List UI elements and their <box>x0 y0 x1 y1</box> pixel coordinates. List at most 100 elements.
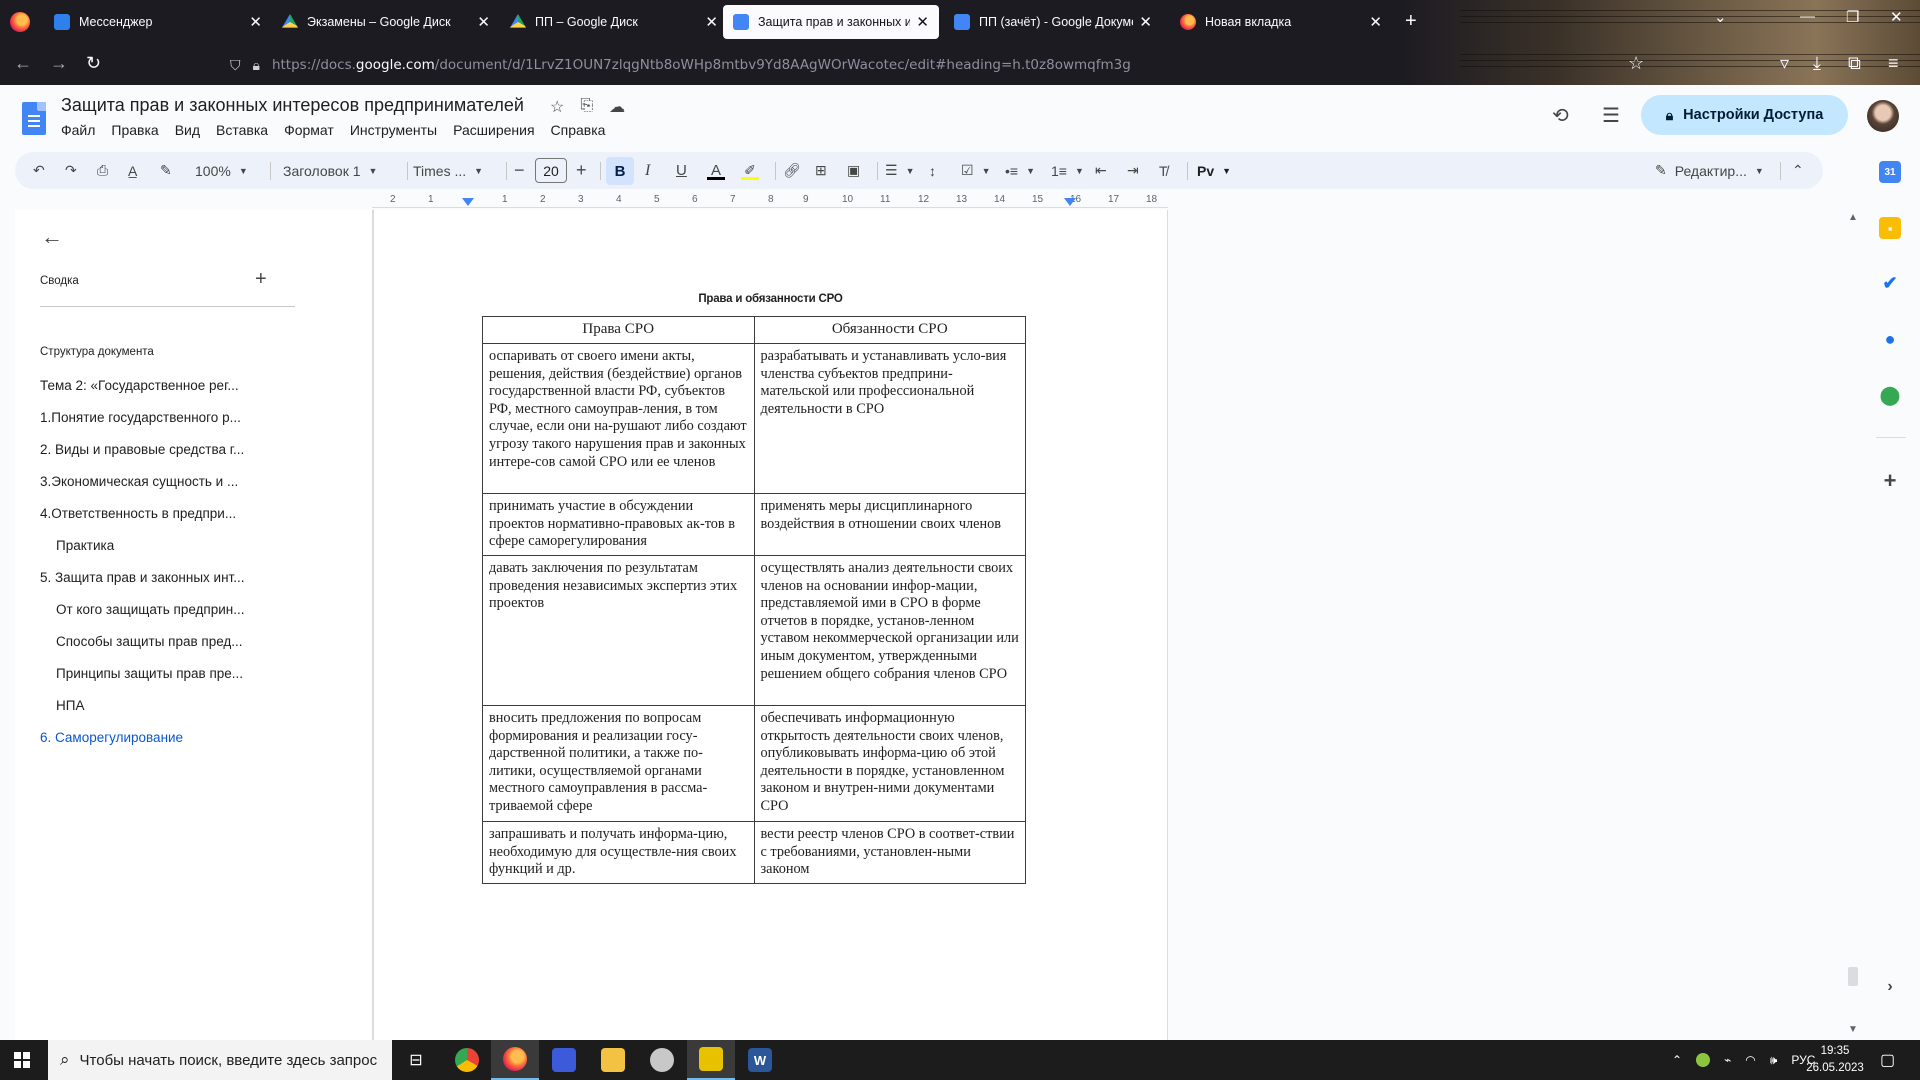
checklist-icon[interactable]: ☑ ▼ <box>961 152 990 189</box>
outline-item[interactable]: 2. Виды и правовые средства г... <box>40 442 270 474</box>
clear-formatting-icon[interactable]: T̸ <box>1159 152 1168 189</box>
shield-icon[interactable]: ⛉ <box>230 57 241 74</box>
word-icon[interactable]: W <box>736 1040 784 1080</box>
share-button[interactable]: 🔒︎ Настройки Доступа <box>1641 95 1848 135</box>
insert-image-icon[interactable]: ▣ <box>847 152 860 189</box>
highlight-color-icon[interactable]: ✐ <box>741 152 759 189</box>
outline-item[interactable]: 1.Понятие государственного р... <box>40 410 270 442</box>
underline-button[interactable]: U <box>676 152 687 189</box>
close-outline-icon[interactable]: ← <box>41 224 63 250</box>
save-app-icon[interactable] <box>540 1040 588 1080</box>
outline-item[interactable]: Принципы защиты прав пре... <box>40 666 270 698</box>
menu-edit[interactable]: Правка <box>111 122 158 138</box>
cloud-status-icon[interactable]: ☁ <box>609 97 625 117</box>
downloads-icon[interactable]: ⤓ <box>1813 53 1821 74</box>
outline-item-active[interactable]: 6. Саморегулирование <box>40 730 270 762</box>
taskbar-search[interactable]: ⌕ Чтобы начать поиск, введите здесь запр… <box>48 1040 392 1080</box>
insert-link-icon[interactable]: 🔗︎ <box>783 152 801 189</box>
show-side-panel-icon[interactable]: › <box>1879 976 1901 998</box>
add-summary-button[interactable]: + <box>255 268 267 291</box>
task-view-button[interactable]: ⊟ <box>392 1040 440 1080</box>
close-icon[interactable]: ✕ <box>1139 13 1152 31</box>
network-icon[interactable]: ⌁ <box>1724 1053 1731 1067</box>
vertical-scrollbar[interactable]: ▲ ▼ <box>1846 210 1860 1040</box>
notifications-icon[interactable]: ▢ <box>1880 1040 1895 1080</box>
keep-icon[interactable]: ▪ <box>1879 217 1901 239</box>
menu-format[interactable]: Формат <box>284 122 334 138</box>
outline-item[interactable]: 5. Защита прав и законных инт... <box>40 570 270 602</box>
forward-icon[interactable]: → <box>50 53 68 74</box>
close-icon[interactable]: ✕ <box>1369 13 1382 31</box>
get-add-ons-icon[interactable]: + <box>1879 468 1901 493</box>
numbered-list-icon[interactable]: 1≡ ▼ <box>1051 152 1084 189</box>
add-comment-icon[interactable]: ⊞ <box>815 152 827 189</box>
document-title[interactable]: Защита прав и законных интересов предпри… <box>61 95 524 116</box>
calendar-icon[interactable]: 31 <box>1879 161 1901 183</box>
increase-indent-icon[interactable]: ⇥ <box>1127 152 1139 189</box>
zoom-select[interactable]: 100% ▼ <box>195 152 248 189</box>
minimize-button[interactable]: — <box>1800 8 1815 25</box>
outline-item[interactable]: 3.Экономическая сущность и ... <box>40 474 270 506</box>
outline-item[interactable]: Тема 2: «Государственное рег... <box>40 378 270 410</box>
lock-icon[interactable]: 🔒︎ <box>253 57 260 74</box>
menu-view[interactable]: Вид <box>175 122 200 138</box>
bold-button[interactable]: B <box>606 157 634 185</box>
outline-item[interactable]: Способы защиты прав пред... <box>40 634 270 666</box>
style-select[interactable]: Заголовок 1 ▼ <box>283 152 377 189</box>
close-icon[interactable]: ✕ <box>249 13 262 31</box>
extensions-icon[interactable]: ⧉ <box>1848 53 1861 74</box>
align-icon[interactable]: ☰ ▼ <box>885 152 914 189</box>
pocket-icon[interactable]: ▿ <box>1780 53 1789 74</box>
right-indent-marker[interactable] <box>1064 198 1076 206</box>
left-indent-marker[interactable] <box>462 198 474 206</box>
avatar[interactable] <box>1867 100 1899 132</box>
comments-icon[interactable]: ☰ <box>1602 103 1620 128</box>
tab-exams-drive[interactable]: Экзамены – Google Диск ✕ <box>272 5 500 39</box>
document-page[interactable]: Права и обязанности СРО Права СРО Обязан… <box>373 210 1168 1040</box>
menu-help[interactable]: Справка <box>551 122 606 138</box>
bulleted-list-icon[interactable]: •≡ ▼ <box>1005 152 1035 189</box>
google-docs-logo-icon[interactable] <box>22 102 46 135</box>
menu-extensions[interactable]: Расширения <box>453 122 534 138</box>
bookmark-star-icon[interactable]: ☆ <box>1628 53 1644 74</box>
redo-icon[interactable]: ↷ <box>65 152 77 189</box>
clock[interactable]: 19:35 26.05.2023 <box>1800 1043 1870 1077</box>
reload-icon[interactable]: ↻ <box>86 53 101 74</box>
scroll-up-icon[interactable]: ▲ <box>1848 212 1858 223</box>
scroll-down-icon[interactable]: ▼ <box>1848 1024 1858 1035</box>
tab-pp-doc[interactable]: ПП (зачёт) - Google Документы ✕ <box>944 5 1162 39</box>
maps-icon[interactable]: ⬤ <box>1879 384 1901 406</box>
list-tabs-icon[interactable]: ⌄ <box>1714 8 1727 26</box>
undo-icon[interactable]: ↶ <box>33 152 45 189</box>
url-bar[interactable]: ⛉ 🔒︎ https://docs.google.com/document/d/… <box>230 50 1450 80</box>
menu-insert[interactable]: Вставка <box>216 122 268 138</box>
firefox-taskbar-icon[interactable] <box>491 1040 539 1080</box>
decrease-font-size-icon[interactable]: − <box>514 152 525 189</box>
window-close-button[interactable]: ✕ <box>1890 8 1903 26</box>
outline-item[interactable]: НПА <box>40 698 270 730</box>
tab-new[interactable]: Новая вкладка ✕ <box>1170 5 1392 39</box>
close-icon[interactable]: ✕ <box>477 13 490 31</box>
outline-item[interactable]: Практика <box>40 538 270 570</box>
increase-font-size-icon[interactable]: + <box>576 152 587 189</box>
italic-button[interactable]: I <box>645 152 650 189</box>
close-icon[interactable]: ✕ <box>916 13 929 31</box>
print-icon[interactable]: ⎙ <box>97 152 108 189</box>
line-spacing-icon[interactable]: ↕ <box>929 152 936 189</box>
collapse-menus-icon[interactable]: ⌃ <box>1792 152 1804 189</box>
editing-mode-select[interactable]: ✎ Редактир... ▼ <box>1655 152 1764 189</box>
menu-tools[interactable]: Инструменты <box>350 122 437 138</box>
tasks-icon[interactable]: ✔ <box>1879 272 1901 294</box>
input-tools-icon[interactable]: Pv ▼ <box>1197 152 1231 189</box>
tab-messenger[interactable]: Мессенджер ✕ <box>44 5 272 39</box>
back-icon[interactable]: ← <box>14 53 32 74</box>
menu-file[interactable]: Файл <box>61 122 95 138</box>
chrome-icon[interactable] <box>443 1040 491 1080</box>
app-icon[interactable] <box>638 1040 686 1080</box>
wifi-icon[interactable]: ◠ <box>1745 1053 1755 1067</box>
outline-item[interactable]: 4.Ответственность в предпри... <box>40 506 270 538</box>
scroll-thumb[interactable] <box>1848 967 1858 986</box>
file-explorer-icon[interactable] <box>589 1040 637 1080</box>
font-select[interactable]: Times ... ▼ <box>413 152 483 189</box>
security-tray-icon[interactable] <box>1696 1053 1711 1067</box>
